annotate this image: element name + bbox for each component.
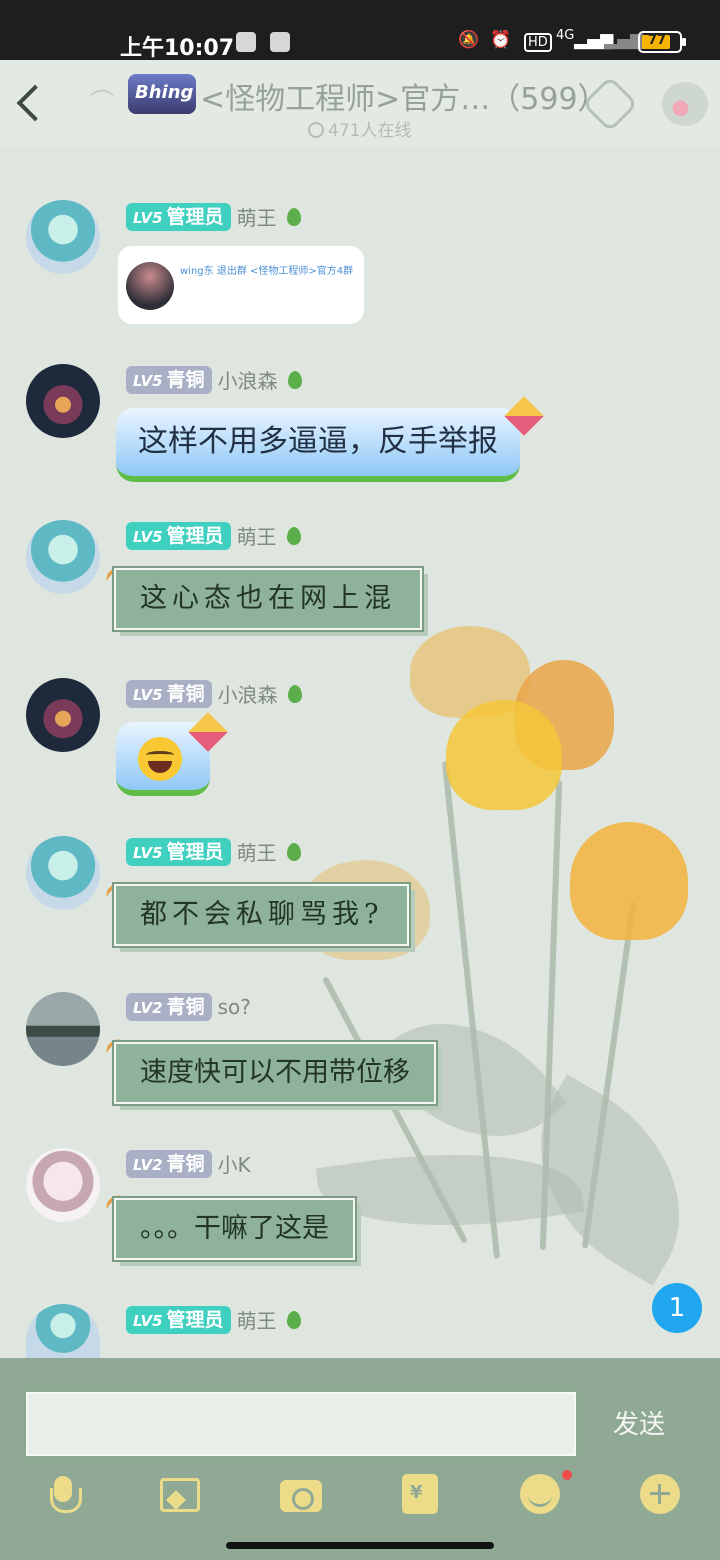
message-bubble[interactable]: 速度快可以不用带位移 [112, 1040, 438, 1106]
red-packet-glyph: ¥ [410, 1482, 423, 1503]
sender-meta: LV5 管理员 萌王 [126, 521, 301, 550]
battery-level: 77 [648, 33, 667, 48]
leaf-icon [287, 684, 302, 703]
sender-name[interactable]: 萌王 [237, 521, 277, 550]
member-badge: LV2 青铜 [126, 1149, 212, 1178]
online-count[interactable]: 471人在线 [308, 116, 411, 141]
back-button[interactable] [8, 78, 48, 128]
level-label: LV5 [133, 527, 163, 546]
role-label: 青铜 [166, 682, 205, 705]
chat-header: ⌒ Bhing <怪物工程师>官方…（599） 471人在线 [0, 60, 720, 146]
send-button[interactable]: 发送 [596, 1404, 682, 1441]
group-logo: Bhing [128, 74, 196, 114]
message-bubble[interactable]: 都不会私聊骂我? [111, 882, 412, 948]
role-label: 青铜 [166, 1152, 205, 1175]
sender-name[interactable]: 小K [218, 1149, 251, 1178]
level-label: LV2 [133, 1155, 163, 1174]
avatar[interactable] [26, 678, 100, 752]
leaf-icon [287, 370, 302, 389]
role-label: 管理员 [166, 205, 224, 228]
avatar[interactable] [26, 836, 100, 910]
sender-name[interactable]: 萌王 [237, 202, 277, 231]
plus-icon[interactable] [640, 1474, 680, 1514]
level-label: LV5 [133, 1311, 163, 1330]
sender-meta: LV2 青铜 so? [126, 993, 251, 1021]
avatar[interactable] [26, 520, 100, 594]
role-label: 青铜 [166, 368, 205, 391]
battery-icon: 77 [638, 31, 686, 53]
sender-meta: LV5 管理员 萌王 [126, 837, 301, 866]
leaf-icon [286, 207, 301, 226]
leaf-icon [286, 1310, 301, 1329]
status-time: 上午10:07 [120, 36, 235, 61]
avatar[interactable] [26, 364, 100, 438]
face-with-tears-of-joy-icon [138, 737, 182, 781]
level-label: LV5 [133, 843, 163, 862]
group-settings-avatar[interactable] [662, 82, 708, 126]
message-bubble[interactable]: 这心态也在网上混 [112, 566, 424, 632]
avatar[interactable] [26, 200, 100, 274]
alarm-icon: ⏰ [490, 30, 512, 50]
sender-meta: LV2 青铜 小K [126, 1149, 251, 1178]
online-icon [308, 122, 324, 138]
sender-meta: LV5 青铜 小浪森 [126, 679, 302, 708]
member-badge: LV5 管理员 [126, 521, 231, 550]
home-indicator[interactable] [226, 1542, 494, 1549]
member-badge: LV5 管理员 [126, 837, 231, 866]
sender-name[interactable]: 萌王 [237, 1305, 277, 1334]
level-label: LV5 [133, 685, 163, 704]
level-label: LV5 [133, 371, 163, 390]
group-logo-text: Bhing [135, 82, 194, 103]
sender-name[interactable]: 萌王 [237, 837, 277, 866]
role-label: 管理员 [166, 840, 224, 863]
microphone-icon[interactable] [44, 1474, 84, 1514]
status-bar: 上午10:07 🔕 ⏰ HD 4G ▂▄▆ ▂▄▆ 77 [0, 0, 720, 61]
unread-count-badge[interactable]: 1 [652, 1283, 702, 1333]
level-label: LV2 [133, 999, 163, 1017]
mute-icon: 🔕 [458, 30, 480, 50]
member-badge: LV5 青铜 [126, 365, 212, 394]
notification-icon [270, 32, 290, 52]
card-thumbnail [126, 262, 174, 310]
earpiece-icon[interactable]: ⌒ [90, 82, 114, 117]
notification-icon [236, 32, 256, 52]
message-bubble[interactable]: 。。。干嘛了这是 [112, 1196, 357, 1262]
leaf-icon [286, 842, 301, 861]
member-badge: LV5 青铜 [126, 679, 212, 708]
sender-meta: LV5 管理员 萌王 [126, 202, 301, 231]
network-label: 4G [556, 28, 575, 43]
composer-bar: 发送 ¥ [0, 1358, 720, 1560]
sender-name[interactable]: 小浪森 [218, 679, 278, 708]
red-packet-icon[interactable]: ¥ [402, 1474, 438, 1514]
sender-name[interactable]: so? [218, 995, 251, 1019]
role-label: 管理员 [166, 524, 224, 547]
avatar[interactable] [26, 1148, 100, 1222]
notification-dot [562, 1470, 572, 1480]
card-text: wing东 退出群 <怪物工程师>官方4群 [180, 266, 354, 277]
message-input[interactable] [26, 1392, 576, 1456]
member-badge: LV5 管理员 [126, 1305, 231, 1334]
online-text: 471人在线 [328, 121, 412, 141]
message-bubble[interactable]: 这样不用多逼逼，反手举报 [116, 408, 520, 482]
sender-meta: LV5 管理员 萌王 [126, 1305, 301, 1334]
member-badge: LV5 管理员 [126, 202, 231, 231]
avatar[interactable] [26, 1304, 100, 1358]
camera-icon[interactable] [280, 1480, 322, 1512]
member-badge: LV2 青铜 [126, 993, 212, 1021]
emoji-icon[interactable] [520, 1474, 560, 1514]
image-icon[interactable] [160, 1478, 200, 1512]
sender-name[interactable]: 小浪森 [218, 365, 278, 394]
role-label: 青铜 [166, 996, 205, 1018]
avatar[interactable] [26, 992, 100, 1066]
group-title[interactable]: <怪物工程师>官方…（599） [200, 74, 608, 118]
role-label: 管理员 [166, 1308, 224, 1331]
sender-meta: LV5 青铜 小浪森 [126, 365, 302, 394]
leaf-icon [286, 526, 301, 545]
hd-icon: HD [524, 33, 552, 52]
level-label: LV5 [133, 208, 163, 227]
notice-card[interactable]: wing东 退出群 <怪物工程师>官方4群 [118, 246, 364, 324]
